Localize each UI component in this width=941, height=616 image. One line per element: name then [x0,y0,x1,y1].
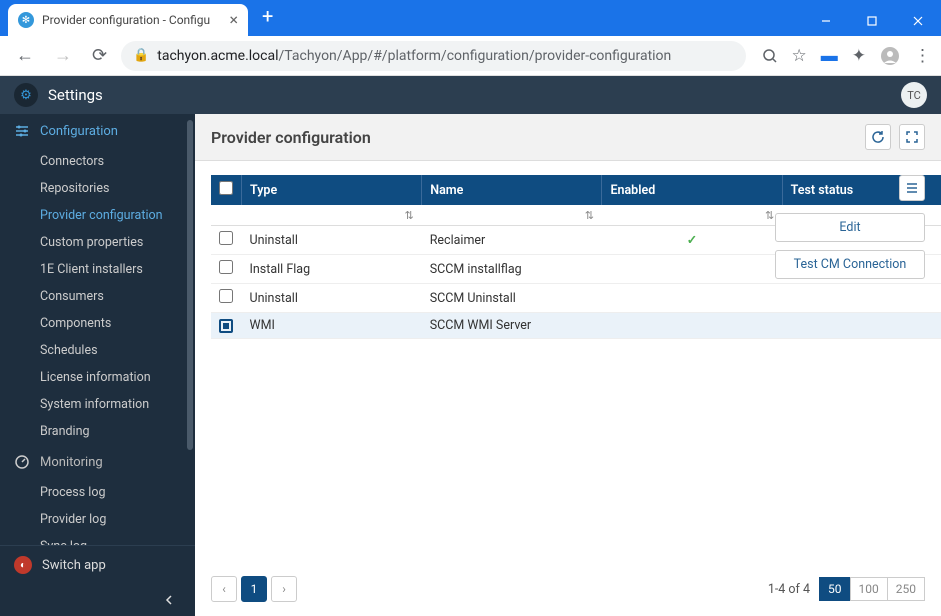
sidebar-item[interactable]: System information [0,391,195,418]
filter-name-input[interactable] [426,208,581,222]
cell-name: SCCM Uninstall [422,284,602,313]
sidebar-item[interactable]: Provider configuration [0,202,195,229]
app-title: Settings [48,86,103,104]
sidebar-item[interactable]: License information [0,364,195,391]
back-button[interactable]: ← [10,41,40,70]
bookmark-star-icon[interactable]: ☆ [792,46,807,66]
switch-app-label: Switch app [42,558,106,573]
edit-button[interactable]: Edit [775,213,925,242]
page-size-option[interactable]: 100 [850,577,888,601]
col-header-type[interactable]: Type [242,175,422,205]
url-text: tachyon.acme.local/Tachyon/App/#/platfor… [157,48,671,64]
sidebar-item[interactable]: Branding [0,418,195,445]
cell-enabled: ✓ [602,226,782,255]
maximize-button[interactable] [849,6,895,36]
zoom-icon[interactable] [762,48,778,64]
cell-name: SCCM installflag [422,255,602,284]
sidebar-item[interactable]: Custom properties [0,229,195,256]
test-connection-button[interactable]: Test CM Connection [775,250,925,279]
nav-section-monitoring[interactable]: Monitoring [0,445,195,479]
panel-menu-button[interactable] [899,175,925,201]
close-tab-icon[interactable]: × [229,12,238,28]
sidebar-item[interactable]: Connectors [0,148,195,175]
sliders-icon [14,123,30,139]
col-header-select[interactable] [211,175,242,205]
sidebar-item[interactable]: Sync log [0,533,195,545]
app-gear-icon: ⚙ [14,83,38,107]
cell-enabled [602,284,782,313]
chat-icon[interactable]: ▬ [821,46,838,66]
favicon-icon: ✻ [18,12,34,28]
menu-icon[interactable]: ⋮ [914,46,931,66]
browser-tab[interactable]: ✻ Provider configuration - Configu × [8,4,248,36]
pager-summary: 1-4 of 4 [768,582,810,597]
minimize-button[interactable] [803,6,849,36]
row-checkbox[interactable] [219,319,233,333]
forward-button[interactable]: → [48,41,78,70]
page-1-button[interactable]: 1 [241,576,267,602]
user-avatar[interactable]: TC [901,82,927,108]
sidebar-item[interactable]: Provider log [0,506,195,533]
profile-icon[interactable] [880,46,900,66]
sidebar-item[interactable]: Schedules [0,337,195,364]
select-all-checkbox[interactable] [219,181,233,195]
reload-button[interactable]: ⟳ [86,41,113,70]
page-size-option[interactable]: 50 [819,577,851,601]
sort-icon[interactable]: ⇅ [401,209,418,222]
check-icon: ✓ [610,232,774,248]
sidebar-item[interactable]: Consumers [0,283,195,310]
refresh-button[interactable] [865,124,891,150]
lock-icon: 🔒 [133,48,149,63]
sidebar-item[interactable]: Repositories [0,175,195,202]
cell-name: SCCM WMI Server [422,313,602,339]
cell-type: Install Flag [242,255,422,284]
prev-page-button[interactable]: ‹ [211,576,237,602]
collapse-sidebar-button[interactable] [0,584,195,616]
gauge-icon [14,454,30,470]
tab-title: Provider configuration - Configu [42,13,221,27]
col-header-enabled[interactable]: Enabled [602,175,782,205]
cell-type: Uninstall [242,284,422,313]
page-size-option[interactable]: 250 [887,577,925,601]
close-window-button[interactable] [895,6,941,36]
cell-enabled [602,313,782,339]
extensions-icon[interactable]: ✦ [852,46,866,66]
page-title: Provider configuration [211,128,371,147]
cell-type: WMI [242,313,422,339]
sidebar-item[interactable]: Components [0,310,195,337]
next-page-button[interactable]: › [271,576,297,602]
sidebar-item[interactable]: Process log [0,479,195,506]
row-checkbox[interactable] [219,289,233,303]
chevron-left-icon [163,594,175,606]
nav-section-configuration[interactable]: Configuration [0,114,195,148]
cell-enabled [602,255,782,284]
page-size-selector: 50100250 [820,577,925,601]
row-checkbox[interactable] [219,231,233,245]
nav-label: Monitoring [40,455,103,470]
switch-app-button[interactable]: ◐ Switch app [0,546,195,584]
cell-name: Reclaimer [422,226,602,255]
nav-label: Configuration [40,124,118,139]
row-checkbox[interactable] [219,260,233,274]
new-tab-button[interactable]: + [248,4,287,28]
switch-app-icon: ◐ [14,556,32,574]
col-header-name[interactable]: Name [422,175,602,205]
filter-enabled-input[interactable] [606,208,761,222]
sidebar: Configuration ConnectorsRepositoriesProv… [0,114,195,616]
sidebar-item[interactable]: 1E Client installers [0,256,195,283]
fullscreen-button[interactable] [899,124,925,150]
filter-type-input[interactable] [246,208,401,222]
cell-type: Uninstall [242,226,422,255]
address-bar[interactable]: 🔒 tachyon.acme.local/Tachyon/App/#/platf… [121,41,745,71]
sidebar-scrollbar[interactable] [187,120,193,450]
sort-icon[interactable]: ⇅ [581,209,598,222]
